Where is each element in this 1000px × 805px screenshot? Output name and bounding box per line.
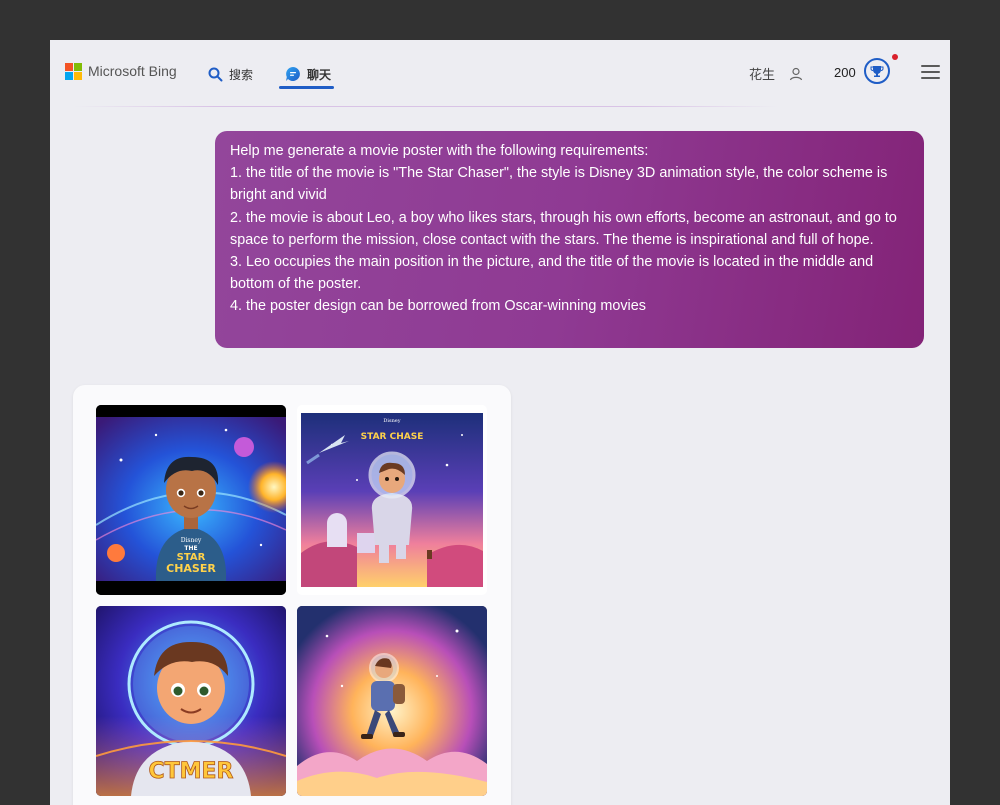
active-tab-indicator [279, 86, 334, 89]
generated-image-2[interactable]: Disney STAR CHASE [297, 405, 487, 595]
generated-image-3[interactable]: CTMER [96, 606, 286, 796]
rewards-points: 200 [834, 65, 856, 80]
header: Microsoft Bing 搜索 聊天 花生 200 [50, 40, 950, 104]
generated-image-1[interactable]: Disney THE STAR CHASER [96, 405, 286, 595]
menu-icon[interactable] [921, 65, 940, 79]
rewards-icon[interactable] [864, 58, 890, 84]
message-line: 3. Leo occupies the main position in the… [230, 254, 874, 293]
nav-chat-label: 聊天 [307, 67, 332, 82]
user-icon [789, 67, 803, 80]
message-line: 1. the title of the movie is "The Star C… [230, 165, 888, 204]
divider [74, 106, 778, 107]
poster-1-title-line-3: CHASER [166, 562, 216, 575]
poster-2-title: STAR CHASE [361, 432, 424, 442]
notification-dot [892, 54, 898, 60]
brand-name: Microsoft Bing [88, 63, 177, 79]
bing-logo[interactable]: Microsoft Bing [65, 63, 177, 80]
microsoft-logo-icon [65, 63, 82, 80]
message-line: 2. the movie is about Leo, a boy who lik… [230, 209, 897, 248]
poster-1-title-line-1: THE [184, 545, 197, 552]
poster-3-title: CTMER [148, 759, 233, 784]
poster-2-disney-logo: Disney [383, 418, 400, 424]
generated-image-4[interactable] [297, 606, 487, 796]
message-line: 4. the poster design can be borrowed fro… [230, 298, 646, 315]
search-icon [208, 67, 223, 81]
image-results-card: Disney THE STAR CHASER Disney STAR CHASE… [73, 385, 511, 805]
browser-page: Microsoft Bing 搜索 聊天 花生 200 Help me gene… [50, 40, 950, 805]
nav-search[interactable]: 搜索 [208, 60, 253, 88]
chat-icon [286, 67, 300, 81]
poster-1-disney-logo: Disney [181, 537, 202, 544]
message-line: Help me generate a movie poster with the… [230, 143, 649, 159]
nav-chat[interactable]: 聊天 [285, 60, 331, 88]
user-profile[interactable]: 花生 [749, 64, 803, 83]
username: 花生 [749, 67, 776, 82]
user-message-bubble: Help me generate a movie poster with the… [215, 131, 924, 348]
nav-search-label: 搜索 [229, 67, 254, 82]
